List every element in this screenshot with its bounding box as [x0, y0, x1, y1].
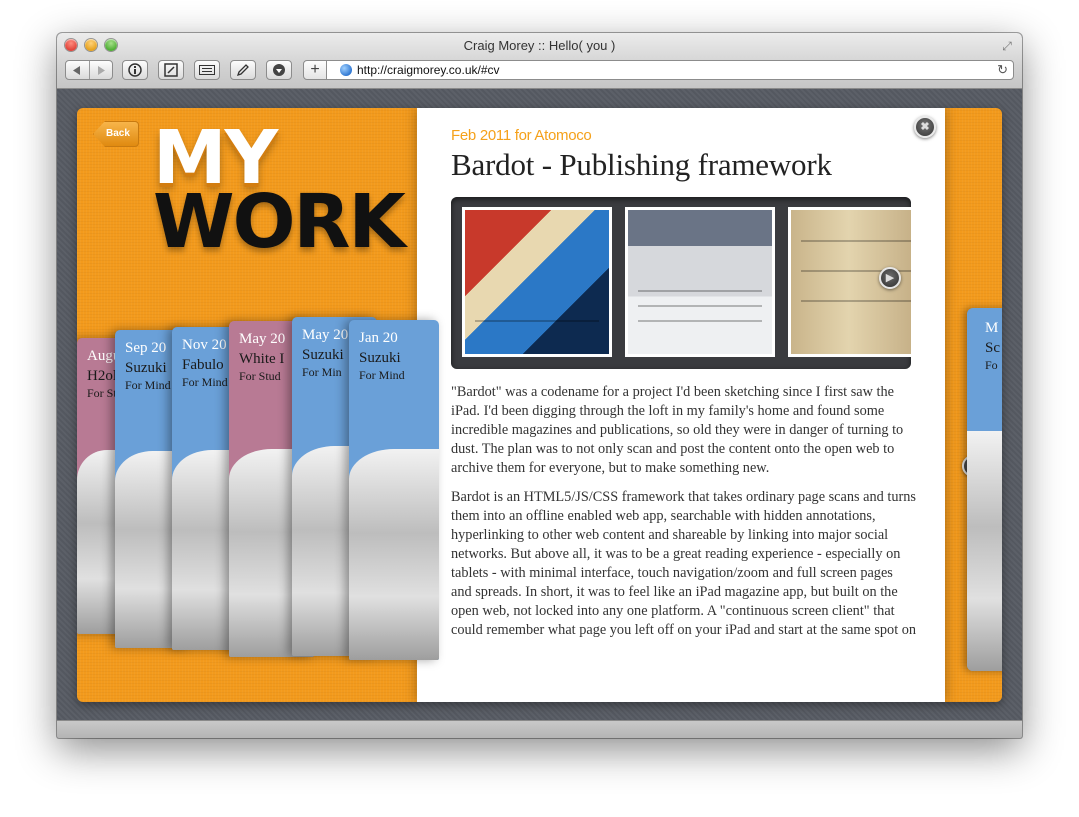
decoration — [475, 320, 599, 322]
card-name: Sc — [985, 340, 1000, 356]
fullscreen-resize-icon[interactable]: ⤢ — [1000, 39, 1014, 53]
browser-window: Craig Morey :: Hello( you ) ⤢ + http://c… — [57, 33, 1022, 738]
card-image — [349, 449, 439, 660]
card-date: May 20 — [302, 327, 349, 343]
back-forward-buttons — [65, 60, 113, 80]
decoration — [801, 300, 911, 302]
project-card-next[interactable]: M Sc Fo — [967, 308, 1002, 671]
back-button[interactable] — [66, 61, 89, 79]
back-arrow-icon — [73, 65, 81, 75]
forward-button[interactable] — [90, 61, 113, 79]
back-link-button[interactable]: Back — [93, 121, 139, 147]
card-name: Suzuki — [125, 360, 167, 376]
card-date: Jan 20 — [359, 330, 398, 346]
forward-arrow-icon — [97, 65, 105, 75]
description-paragraph-2: Bardot is an HTML5/JS/CSS framework that… — [451, 489, 917, 638]
decoration — [638, 305, 762, 307]
decoration — [638, 290, 762, 292]
info-circle-icon — [128, 63, 142, 77]
fullscreen-button[interactable] — [158, 60, 184, 80]
project-card[interactable]: Jan 20 Suzuki For Mind — [349, 320, 439, 660]
card-name: Fabulo — [182, 357, 224, 373]
keyboard-icon — [199, 65, 215, 75]
project-detail-panel: Feb 2011 for Atomoco Bardot - Publishing… — [417, 108, 945, 702]
close-panel-button[interactable]: ✖ — [914, 116, 936, 138]
project-meta: Feb 2011 for Atomoco — [451, 127, 592, 144]
edit-button[interactable] — [230, 60, 256, 80]
download-button[interactable] — [266, 60, 292, 80]
keyboard-button[interactable] — [194, 60, 220, 80]
screenshot-gallery: ▶ — [451, 197, 911, 369]
gallery-thumb-2[interactable] — [625, 207, 775, 357]
card-name: White I — [239, 351, 285, 367]
card-date: May 20 — [239, 331, 286, 347]
gallery-next-button[interactable]: ▶ — [879, 267, 901, 289]
url-text[interactable]: http://craigmorey.co.uk/#cv — [357, 63, 500, 77]
card-name: Suzuki — [302, 347, 344, 363]
status-bar — [57, 720, 1022, 738]
project-title: Bardot - Publishing framework — [451, 147, 832, 182]
add-bookmark-button[interactable]: + — [303, 60, 327, 80]
address-bar[interactable]: http://craigmorey.co.uk/#cv ↻ — [326, 60, 1014, 80]
expand-icon — [164, 63, 178, 77]
work-stage: Back MY WORK August H2olic For Stud Sep 20 S… — [77, 108, 1002, 702]
card-date: M — [985, 320, 999, 336]
project-description: "Bardot" was a codename for a project I'… — [451, 383, 917, 650]
window-title: Craig Morey :: Hello( you ) — [463, 38, 616, 53]
logo-line-2: WORK — [153, 178, 406, 265]
card-name: Suzuki — [359, 350, 401, 366]
my-work-logo: MY WORK — [153, 121, 406, 265]
card-image — [967, 431, 1002, 671]
card-date: Sep 20 — [125, 340, 167, 356]
download-icon — [273, 64, 285, 76]
card-date: Nov 20 — [182, 337, 227, 353]
page-viewport: Back MY WORK August H2olic For Stud Sep 20 S… — [57, 89, 1022, 738]
card-subtitle: For Min — [302, 365, 342, 379]
card-subtitle: Fo — [985, 358, 998, 372]
card-subtitle: For Mind — [182, 375, 228, 389]
pencil-icon — [236, 64, 249, 77]
gallery-thumb-1[interactable] — [462, 207, 612, 357]
card-subtitle: For Mind — [359, 368, 405, 382]
decoration — [801, 240, 911, 242]
reader-button[interactable] — [122, 60, 148, 80]
globe-icon — [340, 64, 352, 76]
description-paragraph-1: "Bardot" was a codename for a project I'… — [451, 384, 904, 476]
card-subtitle: For Stud — [239, 369, 281, 383]
card-subtitle: For Mind — [125, 378, 171, 392]
browser-toolbar: Craig Morey :: Hello( you ) ⤢ + http://c… — [57, 33, 1022, 89]
reload-icon[interactable]: ↻ — [997, 62, 1008, 78]
decoration — [638, 320, 762, 322]
